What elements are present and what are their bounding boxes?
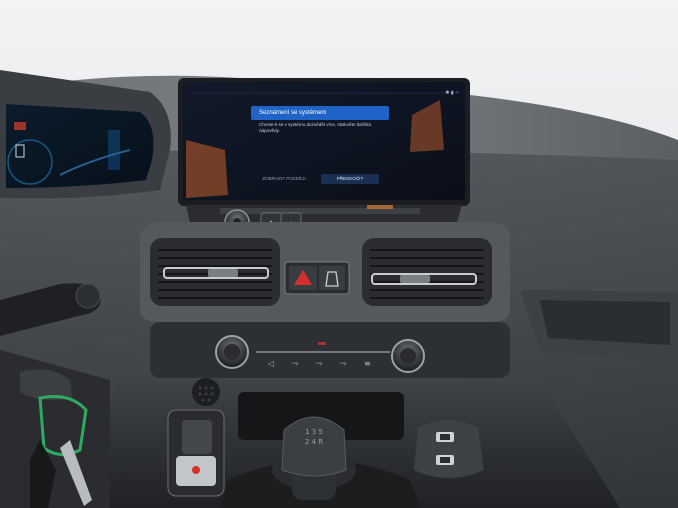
wifi-icon: ◔	[454, 90, 458, 96]
car-interior-photo: ⌂ ⌂	[0, 0, 678, 508]
show-later-button[interactable]: ZOBRAZIT POZDĚJI	[255, 174, 313, 184]
infotainment-screen[interactable]: ✱ ▮ ◔ Seznámení se systémem Chcete-li se…	[183, 82, 468, 200]
svg-text:2 4 R: 2 4 R	[305, 438, 323, 446]
svg-text:⤳: ⤳	[340, 359, 347, 368]
svg-text:◁: ◁	[267, 359, 274, 368]
signal-icon: ▮	[450, 90, 454, 96]
status-bar: ✱ ▮ ◔	[445, 90, 458, 96]
car-interior-svg: ⌂ ⌂	[0, 0, 678, 508]
popup-title: Seznámení se systémem	[251, 106, 389, 120]
svg-text:≡: ≡	[364, 359, 371, 368]
bluetooth-icon: ✱	[445, 90, 450, 96]
svg-text:⤳: ⤳	[292, 359, 299, 368]
skip-button[interactable]: PŘESKOČIT	[321, 174, 379, 184]
popup-body: Chcete-li se v systému dozvědět více, st…	[259, 122, 372, 133]
svg-text:1 3 5: 1 3 5	[305, 428, 323, 436]
svg-text:⤳: ⤳	[316, 359, 323, 368]
